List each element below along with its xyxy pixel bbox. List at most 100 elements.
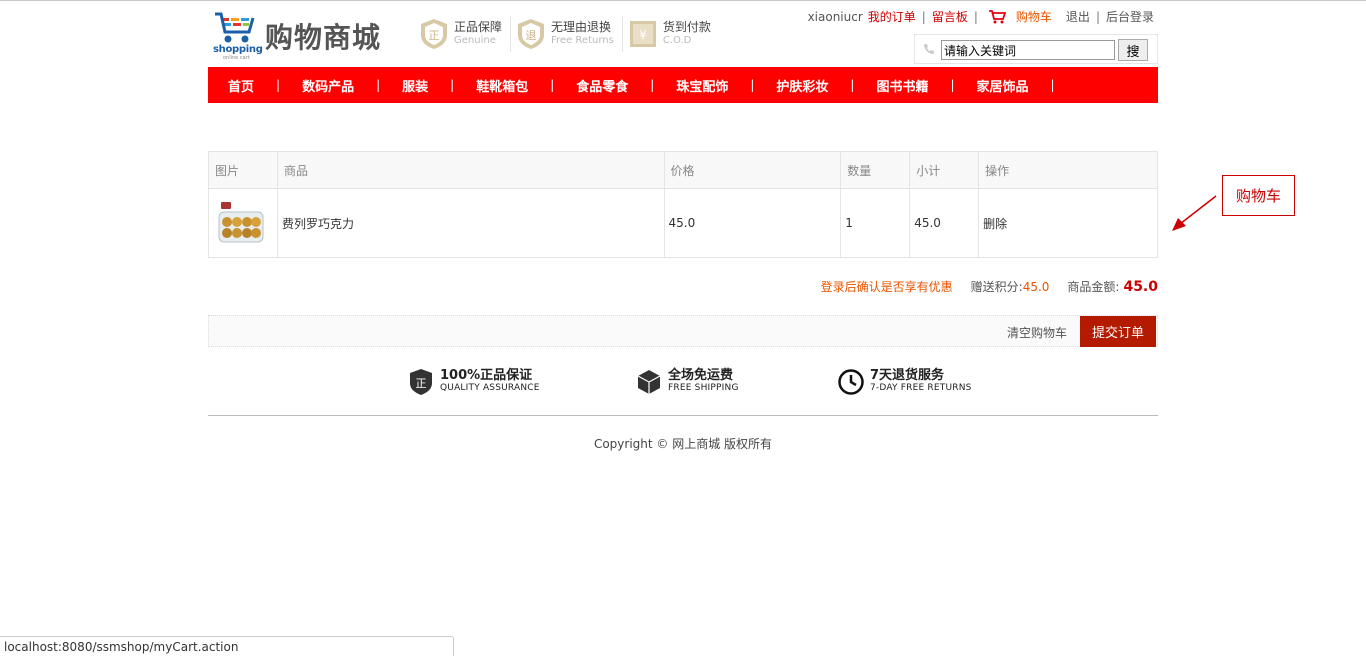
nav-separator: | bbox=[650, 78, 655, 92]
guarantee-quality: 正 100%正品保证 QUALITY ASSURANCE bbox=[408, 368, 540, 396]
badge-returns: 退 无理由退换 Free Returns bbox=[517, 16, 623, 52]
search-box: 搜 bbox=[914, 34, 1158, 64]
table-header-row: 图片 商品 价格 数量 小计 操作 bbox=[208, 151, 1158, 189]
badge-genuine: 正 正品保障 Genuine bbox=[420, 16, 512, 52]
amount-value: 45.0 bbox=[1123, 278, 1158, 295]
product-image[interactable] bbox=[213, 196, 267, 250]
guarantee-shipping: 全场免运费 FREE SHIPPING bbox=[636, 368, 739, 396]
badge-sub: C.O.D bbox=[662, 35, 692, 46]
clear-cart-link[interactable]: 清空购物车 bbox=[1007, 324, 1067, 341]
annotation-label: 购物车 bbox=[1222, 175, 1295, 216]
nav-separator: | bbox=[376, 78, 381, 92]
logo-subtitle: shopping bbox=[213, 44, 263, 55]
product-subtotal: 45.0 bbox=[909, 188, 980, 258]
amount-label: 商品金额: bbox=[1067, 280, 1120, 294]
logo-title: 购物商城 bbox=[265, 21, 382, 54]
nav-item-home[interactable]: 首页 bbox=[228, 76, 254, 95]
nav-separator: | bbox=[750, 78, 755, 92]
phone-icon bbox=[924, 44, 934, 54]
login-promo-text[interactable]: 登录后确认是否享有优惠 bbox=[821, 278, 953, 295]
badge-title: 无理由退换 bbox=[551, 20, 612, 34]
nav-item-digital[interactable]: 数码产品 bbox=[302, 76, 354, 95]
product-image-cell bbox=[208, 188, 278, 258]
returns-shield-icon: 退 bbox=[517, 18, 545, 50]
svg-text:正: 正 bbox=[416, 377, 427, 390]
column-header: 商品 bbox=[276, 151, 665, 189]
shipping-box-icon bbox=[637, 370, 661, 394]
badge-sub: Free Returns bbox=[551, 35, 614, 46]
admin-login-link[interactable]: 后台登录 bbox=[1106, 8, 1154, 25]
separator: | bbox=[973, 9, 978, 24]
badge-title: 正品保障 bbox=[454, 20, 503, 34]
cart-icon bbox=[988, 9, 1006, 23]
genuine-shield-icon: 正 bbox=[420, 18, 448, 50]
svg-text:退: 退 bbox=[526, 29, 537, 42]
cart-link[interactable]: 购物车 bbox=[988, 8, 1052, 25]
cart-summary: 登录后确认是否享有优惠 赠送积分: 45.0 商品金额: 45.0 bbox=[821, 278, 1158, 295]
submit-order-button[interactable]: 提交订单 bbox=[1080, 316, 1156, 347]
badge-cod: ¥ 货到付款 C.O.D bbox=[629, 16, 719, 52]
my-orders-link[interactable]: 我的订单 bbox=[868, 8, 916, 25]
nav-item-shoes-bags[interactable]: 鞋靴箱包 bbox=[476, 76, 528, 95]
guarantee-title: 100%正品保证 bbox=[440, 368, 533, 383]
guarantee-returns: 7天退货服务 7-DAY FREE RETURNS bbox=[838, 368, 972, 396]
column-header: 操作 bbox=[978, 151, 1158, 189]
points-label: 赠送积分: bbox=[970, 280, 1023, 294]
product-price: 45.0 bbox=[663, 188, 842, 258]
nav-item-food[interactable]: 食品零食 bbox=[576, 76, 628, 95]
guarantee-sub: FREE SHIPPING bbox=[668, 383, 739, 393]
clock-icon bbox=[838, 369, 864, 395]
badge-title: 货到付款 bbox=[662, 20, 711, 34]
cart-actions-bar: 清空购物车 提交订单 bbox=[208, 315, 1158, 347]
cart-logo-icon bbox=[215, 12, 255, 43]
points-value: 45.0 bbox=[1022, 279, 1050, 294]
guarantee-sub: QUALITY ASSURANCE bbox=[440, 383, 540, 393]
message-board-link[interactable]: 留言板 bbox=[932, 8, 968, 25]
service-badges: 正 正品保障 Genuine 退 无理由退换 Free Returns ¥ 货到付款… bbox=[420, 16, 725, 52]
logo-tagline: online cart bbox=[223, 55, 250, 61]
nav-separator: | bbox=[850, 78, 855, 92]
logout-link[interactable]: 退出 bbox=[1066, 8, 1090, 25]
nav-item-home-decor[interactable]: 家居饰品 bbox=[977, 76, 1029, 95]
top-links: xiaoniucr 我的订单 | 留言板 | 购物车 退出 | 后台登录 bbox=[808, 8, 1154, 25]
quality-shield-icon: 正 bbox=[410, 369, 432, 395]
table-row: 费列罗巧克力 45.0 1 45.0 删除 bbox=[208, 188, 1158, 258]
cod-box-icon: ¥ bbox=[629, 18, 657, 50]
guarantee-title: 全场免运费 bbox=[668, 368, 734, 383]
search-button[interactable]: 搜 bbox=[1118, 39, 1148, 61]
guarantee-title: 7天退货服务 bbox=[870, 368, 945, 383]
site-logo[interactable]: shopping online cart 购物商城 bbox=[213, 12, 393, 61]
svg-text:¥: ¥ bbox=[639, 28, 647, 42]
delete-link[interactable]: 删除 bbox=[978, 188, 1158, 258]
nav-separator: | bbox=[1050, 78, 1055, 92]
separator: | bbox=[1095, 9, 1100, 24]
product-name[interactable]: 费列罗巧克力 bbox=[276, 188, 665, 258]
copyright: Copyright © 网上商城 版权所有 bbox=[593, 437, 773, 451]
nav-separator: | bbox=[450, 78, 455, 92]
nav-item-books[interactable]: 图书书籍 bbox=[876, 76, 928, 95]
site-header: shopping online cart 购物商城 正 正品保障 Genuine … bbox=[208, 6, 1158, 66]
nav-item-clothing[interactable]: 服装 bbox=[402, 76, 428, 95]
badge-sub: Genuine bbox=[454, 35, 496, 46]
annotation-arrow-icon bbox=[1172, 195, 1217, 231]
cart-table: 图片 商品 价格 数量 小计 操作 费列罗巧克力 45.0 1 45.0 删除 bbox=[208, 151, 1158, 258]
main-nav: 首页 | 数码产品 | 服装 | 鞋靴箱包 | 食品零食 | 珠宝配饰 | 护肤彩妆 | 图书… bbox=[208, 67, 1158, 103]
nav-item-jewelry[interactable]: 珠宝配饰 bbox=[676, 76, 728, 95]
nav-item-skincare[interactable]: 护肤彩妆 bbox=[776, 76, 828, 95]
column-header: 小计 bbox=[909, 151, 980, 189]
top-border bbox=[0, 0, 1366, 1]
column-header: 数量 bbox=[840, 151, 911, 189]
svg-text:正: 正 bbox=[429, 29, 440, 42]
nav-separator: | bbox=[550, 78, 555, 92]
product-quantity: 1 bbox=[840, 188, 911, 258]
separator: | bbox=[921, 9, 926, 24]
guarantee-sub: 7-DAY FREE RETURNS bbox=[870, 383, 972, 393]
browser-status-bar: localhost:8080/ssmshop/myCart.action bbox=[0, 636, 454, 656]
cart-link-label: 购物车 bbox=[1015, 10, 1052, 24]
column-header: 图片 bbox=[208, 151, 278, 189]
username: xiaoniucr bbox=[807, 9, 863, 24]
nav-separator: | bbox=[950, 78, 955, 92]
column-header: 价格 bbox=[663, 151, 842, 189]
search-input[interactable] bbox=[941, 40, 1115, 60]
footer-divider bbox=[208, 415, 1158, 416]
